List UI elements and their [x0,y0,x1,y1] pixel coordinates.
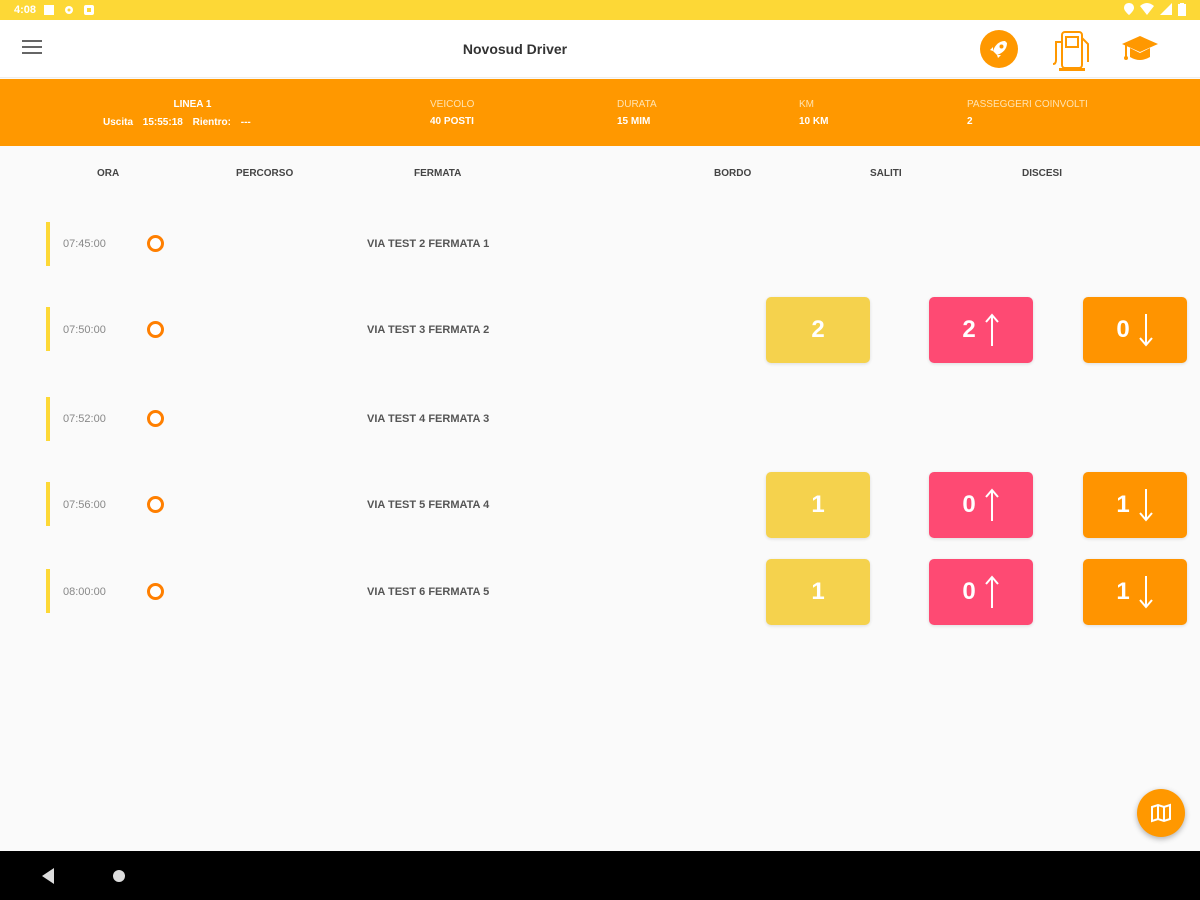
home-icon[interactable] [113,870,125,882]
training-button[interactable] [1120,29,1160,69]
alighted-count: 0 [1116,316,1130,343]
vehicle-value: 40 POSTI [430,116,474,127]
column-header-percorso: PERCORSO [236,168,294,179]
return-time: --- [240,117,251,128]
table-row[interactable]: 07:56:00 VIA TEST 5 FERMATA 4 1 0 1 [0,472,1200,542]
arrow-down-icon [1138,576,1153,609]
wifi-icon [1140,3,1154,15]
on-board-count[interactable]: 2 [766,297,870,363]
app-notification-icon [84,5,95,15]
table-row[interactable]: 07:50:00 VIA TEST 3 FERMATA 2 2 2 0 [0,297,1200,367]
exit-label: Uscita [103,117,134,128]
stop-marker-icon [147,410,164,427]
system-nav-bar [0,851,1200,900]
exit-time: 15:55:18 [142,117,183,128]
boarded-count: 0 [962,491,976,518]
column-header-bordo: BORDO [714,168,752,179]
line-schedule: Uscita 15:55:18 Rientro: --- [103,117,258,128]
passengers-label: PASSEGGERI COINVOLTI [967,99,1088,110]
stop-marker-icon [147,321,164,338]
stop-marker-icon [147,583,164,600]
vehicle-label: VEICOLO [430,99,475,110]
alighted-count: 1 [1116,578,1130,605]
row-stop: VIA TEST 2 FERMATA 1 [367,238,490,250]
stop-marker-icon [147,235,164,252]
row-time: 08:00:00 [63,586,106,598]
arrow-down-icon [1138,314,1153,347]
duration-info: DURATA 15 MIM [617,99,657,127]
rocket-button[interactable] [979,29,1019,69]
map-icon [1151,803,1171,823]
alighted-button[interactable]: 0 [1083,297,1187,363]
arrow-down-icon [1138,489,1153,522]
fuel-pump-icon [1052,31,1089,71]
notification-icon [44,5,55,15]
status-bar: 4:08 [0,0,1200,20]
on-board-count[interactable]: 1 [766,472,870,538]
column-header-fermata: FERMATA [414,168,462,179]
back-icon[interactable] [42,868,56,884]
duration-value: 15 MIM [617,116,651,127]
vehicle-info: VEICOLO 40 POSTI [430,99,474,127]
row-indicator [46,222,50,266]
arrow-up-icon [984,575,999,608]
column-header-saliti: SALITI [870,168,902,179]
boarded-button[interactable]: 2 [929,297,1033,363]
row-time: 07:50:00 [63,324,106,336]
passengers-value: 2 [967,116,973,127]
arrow-up-icon [984,488,999,521]
duration-label: DURATA [617,99,657,110]
km-info: KM 10 KM [799,99,828,127]
location-icon [1124,3,1134,15]
app-bar: Novosud Driver [0,20,1200,78]
alighted-count: 1 [1116,491,1130,518]
column-header-ora: ORA [97,168,120,179]
stop-marker-icon [147,496,164,513]
row-indicator [46,569,50,613]
table-row[interactable]: 08:00:00 VIA TEST 6 FERMATA 5 1 0 1 [0,559,1200,629]
rocket-icon [980,30,1018,68]
line-name: LINEA 1 [173,99,212,110]
alighted-button[interactable]: 1 [1083,559,1187,625]
row-indicator [46,397,50,441]
app-title: Novosud Driver [462,41,568,57]
boarded-button[interactable]: 0 [929,472,1033,538]
row-time: 07:56:00 [63,499,106,511]
trip-info-bar: LINEA 1 Uscita 15:55:18 Rientro: --- VEI… [0,79,1200,146]
km-value: 10 KM [799,116,829,127]
graduation-cap-icon [1122,36,1158,60]
row-indicator [46,482,50,526]
passengers-info: PASSEGGERI COINVOLTI 2 [967,99,1088,127]
boarded-button[interactable]: 0 [929,559,1033,625]
status-time: 4:08 [14,4,37,16]
arrow-up-icon [984,313,999,346]
map-fab-button[interactable] [1137,789,1185,837]
fuel-button[interactable] [1050,26,1094,74]
battery-icon [1178,3,1186,16]
row-stop: VIA TEST 3 FERMATA 2 [367,324,490,336]
return-label: Rientro: [192,117,231,128]
boarded-count: 0 [962,578,976,605]
alighted-button[interactable]: 1 [1083,472,1187,538]
settings-icon [65,6,74,14]
on-board-count[interactable]: 1 [766,559,870,625]
boarded-count: 2 [962,316,976,343]
table-row[interactable]: 07:45:00 VIA TEST 2 FERMATA 1 [0,219,1200,289]
row-indicator [46,307,50,351]
column-header-discesi: DISCESI [1022,168,1063,179]
km-label: KM [799,99,814,110]
row-time: 07:45:00 [63,238,106,250]
row-stop: VIA TEST 5 FERMATA 4 [367,499,490,511]
row-stop: VIA TEST 6 FERMATA 5 [367,586,490,598]
row-time: 07:52:00 [63,413,106,425]
signal-icon [1160,3,1172,15]
row-stop: VIA TEST 4 FERMATA 3 [367,413,490,425]
table-row[interactable]: 07:52:00 VIA TEST 4 FERMATA 3 [0,394,1200,464]
